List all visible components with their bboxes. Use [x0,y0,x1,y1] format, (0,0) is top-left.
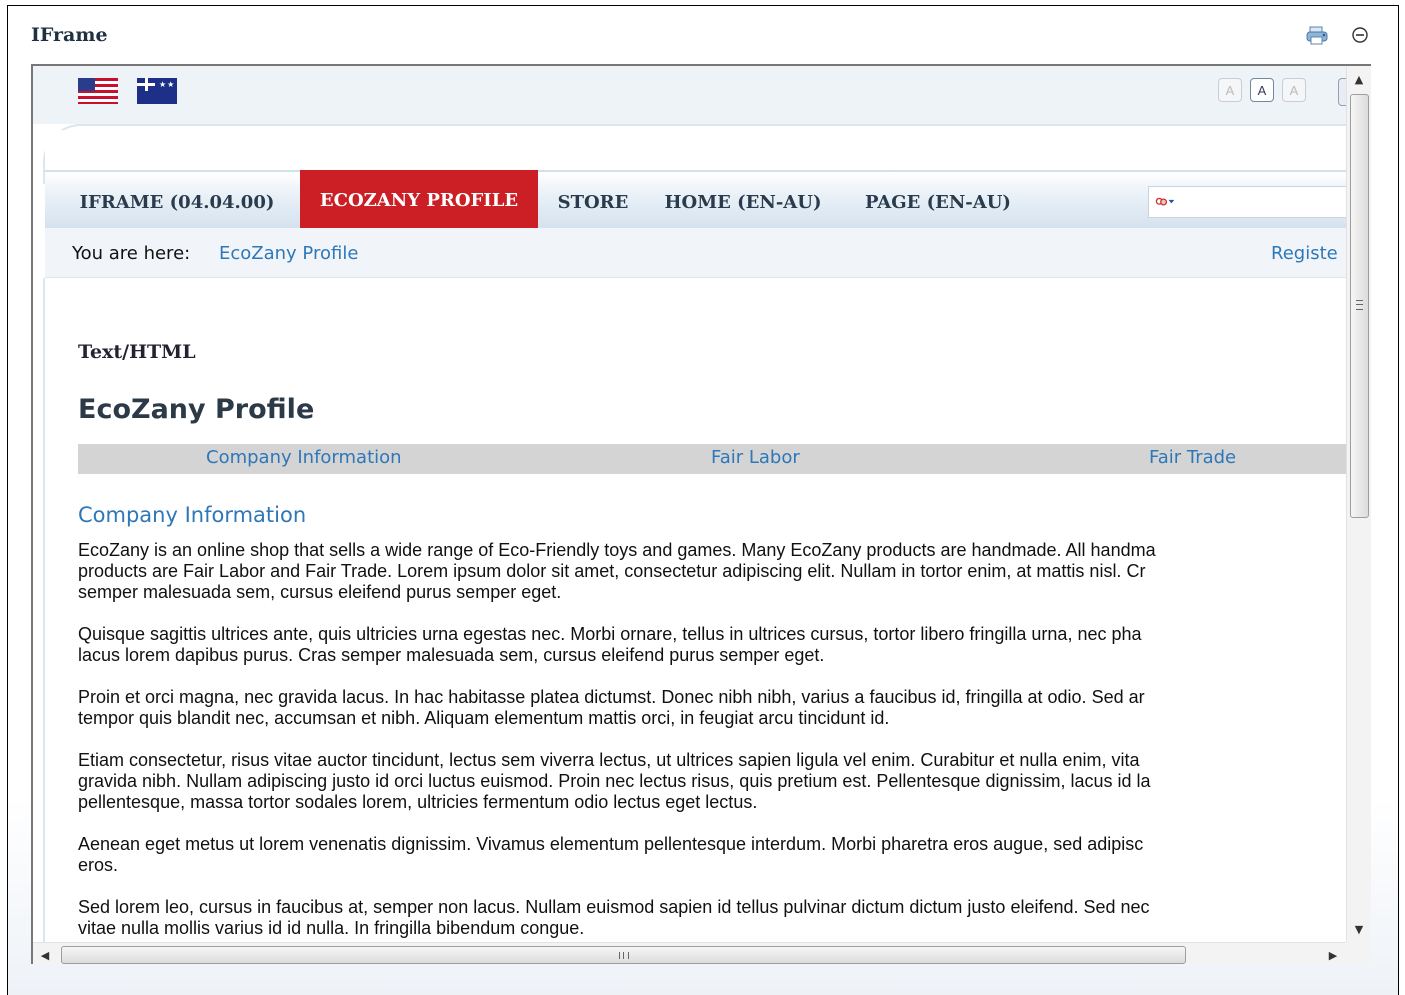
nav-item-page-en-au[interactable]: PAGE (EN-AU) [838,172,1038,232]
nav-item-ecozany-profile[interactable]: ECOZANY PROFILE [300,170,538,230]
text-line: Quisque sagittis ultrices ante, quis ult… [78,624,1142,644]
login-button-edge[interactable] [1338,78,1346,106]
text-line: gravida nibh. Nullam adipiscing justo id… [78,771,1151,791]
text-line: tempor quis blandit nec, accumsan et nib… [78,708,890,728]
scroll-up-icon[interactable]: ▲ [1349,68,1369,90]
embedded-page: A A A IFRAME (04.04.00) ECOZANY PROFILE … [33,66,1346,942]
horizontal-scroll-thumb[interactable] [61,946,1186,964]
us-flag-icon[interactable] [78,78,118,104]
nav-item-store[interactable]: STORE [538,172,648,232]
scroll-right-icon[interactable]: ▶ [1323,945,1343,964]
paragraph: Aenean eget metus ut lorem venenatis dig… [78,834,1346,876]
scrollbar-corner [1346,942,1371,964]
horizontal-scrollbar[interactable]: ◀ ▶ [33,942,1371,964]
text-line: Etiam consectetur, risus vitae auctor ti… [78,750,1140,770]
font-size-medium-button[interactable]: A [1250,78,1274,102]
paragraph: Etiam consectetur, risus vitae auctor ti… [78,750,1346,813]
main-nav: IFRAME (04.04.00) ECOZANY PROFILE STORE … [45,170,1346,230]
text-line: vitae nulla mollis varius id id nulla. I… [78,918,585,938]
tab-fair-labor[interactable]: Fair Labor [711,447,800,468]
breadcrumb-link[interactable]: EcoZany Profile [219,243,358,264]
nav-item-iframe[interactable]: IFRAME (04.04.00) [57,172,297,232]
module-heading: Text/HTML [78,341,196,363]
iframe-module: IFrame A A A [7,5,1399,995]
scroll-down-icon[interactable]: ▼ [1349,918,1369,940]
paragraph: EcoZany is an online shop that sells a w… [78,540,1346,603]
nav-item-home-en-au[interactable]: HOME (EN-AU) [648,172,838,232]
top-bar [33,66,1346,124]
font-size-small-button[interactable]: A [1218,78,1242,102]
tab-fair-trade[interactable]: Fair Trade [1149,447,1236,468]
font-size-controls: A A A [1218,78,1306,102]
section-title: Company Information [78,503,307,527]
paragraph: Proin et orci magna, nec gravida lacus. … [78,687,1346,729]
iframe-viewport[interactable]: A A A IFRAME (04.04.00) ECOZANY PROFILE … [31,64,1371,964]
body-text: EcoZany is an online shop that sells a w… [78,540,1346,942]
text-line: Proin et orci magna, nec gravida lacus. … [78,687,1145,707]
text-line: products are Fair Labor and Fair Trade. … [78,561,1146,581]
text-line: Sed lorem leo, cursus in faucibus at, se… [78,897,1150,917]
header-area [45,130,1346,174]
text-line: Aenean eget metus ut lorem venenatis dig… [78,834,1144,854]
section-tabs: Company Information Fair Labor Fair Trad… [78,444,1346,474]
text-line: pellentesque, massa tortor sodales lorem… [78,792,758,812]
paragraph: Sed lorem leo, cursus in faucibus at, se… [78,897,1346,939]
paragraph: Quisque sagittis ultrices ante, quis ult… [78,624,1346,666]
module-title: IFrame [31,24,108,46]
print-icon[interactable] [1306,24,1330,46]
scroll-left-icon[interactable]: ◀ [35,945,55,964]
search-input[interactable] [1148,186,1346,218]
au-flag-icon[interactable] [137,78,177,104]
text-line: EcoZany is an online shop that sells a w… [78,540,1156,560]
text-line: eros. [78,855,119,875]
content-border [43,278,45,942]
search-provider-icon[interactable] [1155,193,1175,211]
vertical-scroll-thumb[interactable] [1350,94,1369,518]
text-line: lacus lorem dapibus purus. Cras semper m… [78,645,825,665]
breadcrumb-label: You are here: [72,243,191,264]
register-link[interactable]: Registe [1271,243,1338,264]
font-size-large-button[interactable]: A [1282,78,1306,102]
minimize-icon[interactable] [1348,24,1372,46]
text-line: semper malesuada sem, cursus eleifend pu… [78,582,562,602]
vertical-scrollbar[interactable]: ▲ ▼ [1346,66,1371,942]
tab-company-information[interactable]: Company Information [206,447,402,468]
breadcrumb: You are here: EcoZany Profile Registe [45,228,1346,278]
module-actions [1306,24,1372,46]
page-title: EcoZany Profile [78,394,315,425]
